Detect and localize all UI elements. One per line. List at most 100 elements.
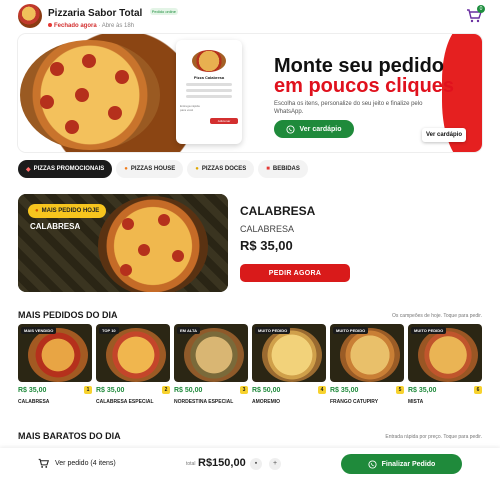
phone-add-button: Adicionar: [210, 118, 238, 124]
tab-label: PIZZAS DOCES: [201, 166, 247, 172]
card-price: R$ 35,00: [408, 386, 437, 394]
category-tabs: ◆ PIZZAS PROMOCIONAIS ● PIZZAS HOUSE ● P…: [18, 160, 308, 178]
header: Pizzaria Sabor Total Pedido online Fecha…: [0, 0, 500, 32]
pepperoni: [120, 264, 132, 276]
most-ordered-cards: MAIS VENDIDO R$ 35,00 1 CALABRESA TOP 10 …: [18, 324, 482, 405]
finish-order-button[interactable]: Finalizar Pedido: [341, 454, 462, 474]
product-price: R$ 35,00: [240, 238, 293, 253]
cart-button[interactable]: 0: [466, 5, 485, 24]
hero-title-line2: em poucos cliques: [274, 75, 455, 97]
card-rank: 2: [162, 386, 170, 394]
card-price: R$ 35,00: [18, 386, 47, 394]
pizza-image: [20, 40, 160, 150]
pepperoni: [122, 218, 134, 230]
card-price: R$ 35,00: [96, 386, 125, 394]
view-menu-pill[interactable]: Ver cardápio: [422, 128, 466, 142]
add-button[interactable]: +: [269, 458, 281, 470]
card-rank: 1: [84, 386, 92, 394]
card-name: NORDESTINA ESPECIAL: [174, 399, 234, 405]
card-tag: TOP 10: [99, 327, 119, 334]
pepperoni: [82, 54, 96, 68]
pizza-image: [340, 328, 400, 382]
trash-button[interactable]: ▪: [250, 458, 262, 470]
section-title-cheapest: MAIS BARATOS DO DIA: [18, 431, 121, 441]
pizza-image: [184, 328, 244, 382]
pizza-image: [28, 328, 88, 382]
opening-time: · Abre às 18h: [98, 23, 135, 29]
product-card[interactable]: MUITO PEDIDO R$ 50,00 4 AMOREMIO: [252, 324, 326, 405]
card-name: CALABRESA ESPECIAL: [96, 399, 154, 405]
product-card[interactable]: MAIS VENDIDO R$ 35,00 1 CALABRESA: [18, 324, 92, 405]
badge-label: MAIS PEDIDO HOJE: [41, 208, 100, 214]
product-image: EM ALTA: [174, 324, 248, 382]
product-image: MAIS VENDIDO: [18, 324, 92, 382]
card-price: R$ 50,00: [174, 386, 203, 394]
tab-pizzas-house[interactable]: ● PIZZAS HOUSE: [116, 160, 184, 178]
store-logo: [18, 4, 42, 28]
card-tag: MAIS VENDIDO: [21, 327, 57, 334]
pizza-image: [106, 328, 166, 382]
card-tag: MUITO PEDIDO: [411, 327, 447, 334]
cart-count-badge: 0: [477, 5, 485, 13]
view-menu-button[interactable]: Ver cardápio: [274, 120, 354, 138]
phone-caption: Entrega rápida para você: [180, 104, 200, 112]
hero-pizza-image: [18, 34, 193, 152]
card-rank: 5: [396, 386, 404, 394]
card-name: CALABRESA: [18, 399, 50, 405]
featured-product-image[interactable]: ● MAIS PEDIDO HOJE CALABRESA: [18, 194, 228, 292]
section-title-most-ordered: MAIS PEDIDOS DO DIA: [18, 310, 118, 320]
cart-icon: [38, 458, 49, 468]
section-note-most-ordered: Os campeões de hoje. Toque para pedir.: [392, 313, 482, 319]
most-ordered-badge: ● MAIS PEDIDO HOJE: [28, 204, 107, 218]
plus-icon: +: [272, 460, 278, 467]
hero-title-line1: Monte seu pedido: [274, 55, 444, 77]
product-image: MUITO PEDIDO: [330, 324, 404, 382]
view-order-button[interactable]: Ver pedido (4 itens): [38, 458, 116, 469]
card-tag: EM ALTA: [177, 327, 201, 334]
card-price: R$ 35,00: [330, 386, 359, 394]
featured-image-label: CALABRESA: [30, 222, 81, 231]
tab-pizzas-doces[interactable]: ● PIZZAS DOCES: [187, 160, 255, 178]
product-card[interactable]: TOP 10 R$ 35,00 2 CALABRESA ESPECIAL: [96, 324, 170, 405]
page: Pizzaria Sabor Total Pedido online Fecha…: [0, 0, 500, 480]
phone-line: [186, 89, 232, 92]
status-line: Fechado agora · Abre às 18h: [48, 23, 178, 29]
card-tag: MUITO PEDIDO: [255, 327, 291, 334]
tab-label: PIZZAS PROMOCIONAIS: [33, 166, 105, 172]
product-card[interactable]: MUITO PEDIDO R$ 35,00 6 MISTA: [408, 324, 482, 405]
pizza-image: [262, 328, 322, 382]
phone-pizza-image: [192, 50, 226, 72]
card-tag: MUITO PEDIDO: [333, 327, 369, 334]
view-menu-label: Ver cardápio: [299, 125, 342, 133]
product-image: TOP 10: [96, 324, 170, 382]
section-note-cheapest: Entrada rápida por preço. Toque para ped…: [385, 434, 482, 440]
tab-label: BEBIDAS: [272, 166, 300, 172]
cup-icon: ■: [266, 166, 270, 172]
hero-subtitle: Escolha os itens, personalize do seu jei…: [274, 101, 423, 115]
phone-line: [186, 83, 232, 86]
product-card[interactable]: MUITO PEDIDO R$ 35,00 5 FRANGO CATUPIRY: [330, 324, 404, 405]
phone-mockup: Pizza Calabresa Entrega rápida para você…: [176, 40, 242, 144]
tab-pizzas-promocionais[interactable]: ◆ PIZZAS PROMOCIONAIS: [18, 160, 113, 178]
pizza-icon: ◆: [26, 166, 31, 173]
status-dot-icon: [48, 23, 52, 27]
pepperoni: [158, 214, 170, 226]
bottom-bar: Ver pedido (4 itens) total R$150,00 ▪ + …: [0, 448, 500, 480]
view-order-label: Ver pedido (4 itens): [55, 460, 116, 467]
whatsapp-icon: [368, 459, 377, 469]
pepperoni: [138, 244, 150, 256]
pepperoni: [65, 120, 79, 134]
pepperoni: [115, 70, 129, 84]
pepperoni: [172, 250, 184, 262]
phone-line: [186, 95, 232, 98]
whatsapp-icon: [286, 124, 296, 134]
order-now-button[interactable]: PEDIR AGORA: [240, 264, 350, 282]
product-card[interactable]: EM ALTA R$ 50,00 3 NORDESTINA ESPECIAL: [174, 324, 248, 405]
product-subtitle: CALABRESA: [240, 224, 295, 234]
card-rank: 4: [318, 386, 326, 394]
pepperoni: [108, 106, 122, 120]
tab-label: PIZZAS HOUSE: [130, 166, 176, 172]
pizza-image: [98, 196, 208, 292]
product-image: MUITO PEDIDO: [252, 324, 326, 382]
tab-bebidas[interactable]: ■ BEBIDAS: [258, 160, 308, 178]
